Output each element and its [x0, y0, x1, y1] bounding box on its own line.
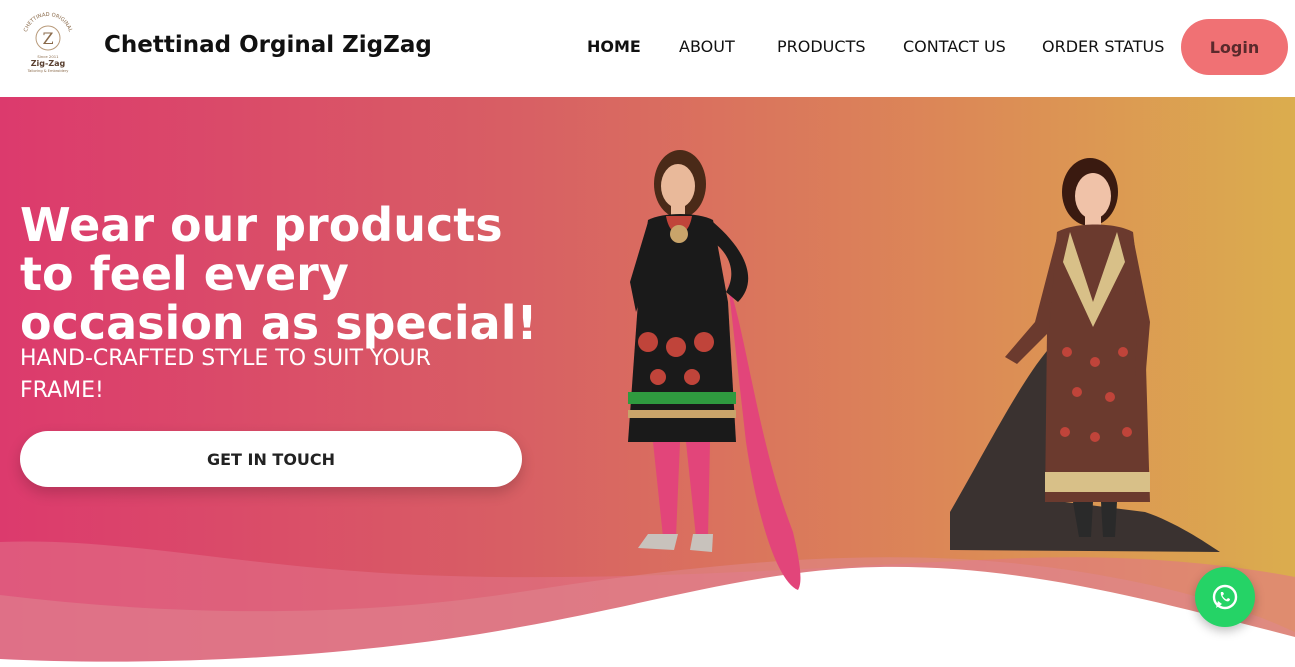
brand-logo[interactable]: CHETTINAD ORIGINAL Z Since 2011 Zig-Zag … — [18, 10, 78, 78]
nav-about[interactable]: ABOUT — [679, 37, 735, 56]
nav-order-status[interactable]: ORDER STATUS — [1042, 37, 1164, 56]
hero-section: Wear our products to feel every occasion… — [0, 97, 1295, 667]
logo-tagline: Tailoring & Embroidery — [27, 69, 70, 73]
site-header: CHETTINAD ORIGINAL Z Since 2011 Zig-Zag … — [0, 0, 1295, 97]
hero-subline: HAND-CRAFTED STYLE TO SUIT YOUR FRAME! — [20, 346, 431, 403]
logo-letter: Z — [42, 29, 53, 48]
logo-name: Zig-Zag — [31, 59, 66, 68]
nav-home[interactable]: HOME — [587, 37, 641, 56]
nav-contact-us[interactable]: CONTACT US — [903, 37, 1006, 56]
nav-products[interactable]: PRODUCTS — [777, 37, 866, 56]
product-model-image-brown-suit — [950, 158, 1220, 552]
hero-headline: Wear our products to feel every occasion… — [20, 198, 538, 350]
whatsapp-chat-button[interactable] — [1195, 567, 1255, 627]
product-model-image-black-suit — [628, 150, 801, 590]
login-button[interactable]: Login — [1181, 19, 1288, 75]
whatsapp-icon — [1212, 584, 1238, 610]
brand-title[interactable]: Chettinad Orginal ZigZag — [104, 32, 432, 58]
get-in-touch-button[interactable]: GET IN TOUCH — [20, 431, 522, 487]
